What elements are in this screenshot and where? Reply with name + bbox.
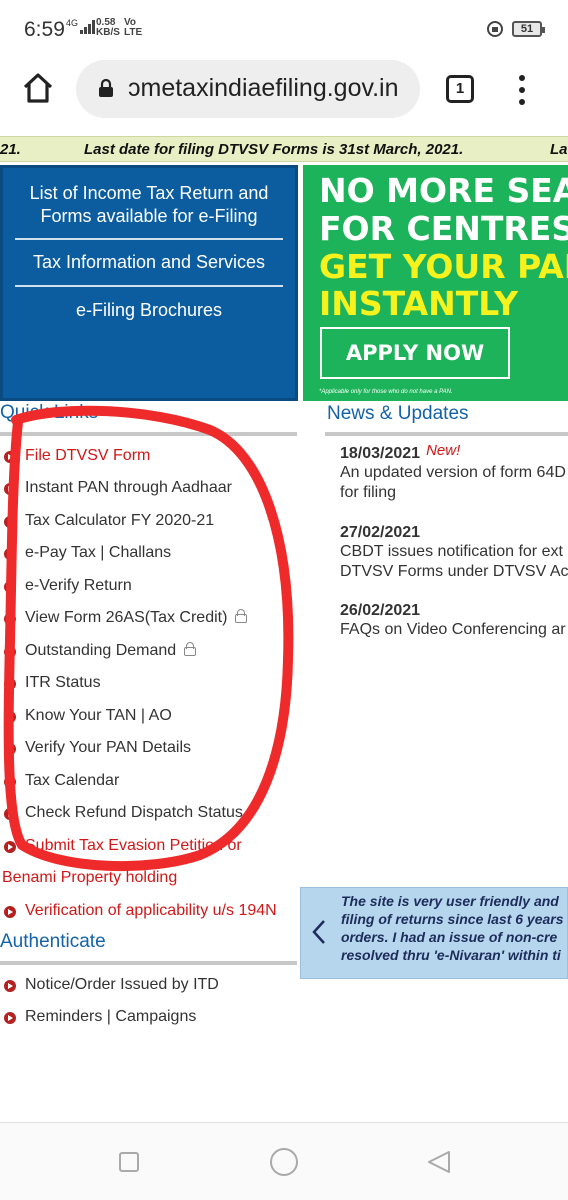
quick-link-label[interactable]: File DTVSV Form (25, 447, 150, 465)
lock-icon (184, 642, 197, 656)
chevron-left-icon[interactable] (311, 918, 327, 946)
itr-forms-link[interactable]: List of Income Tax Return and Forms avai… (3, 182, 295, 228)
banner-line-4: INSTANTLY (319, 284, 519, 323)
bullet-arrow-icon (4, 1012, 16, 1024)
bullet-arrow-icon (4, 613, 16, 625)
quick-link-label[interactable]: Instant PAN through Aadhaar (25, 479, 232, 497)
home-icon[interactable] (20, 70, 56, 106)
testimonial-line: resolved thru 'e-Nivaran' within ti (341, 947, 561, 963)
news-heading: News & Updates (327, 403, 469, 424)
volte-indicator: Vo LTE (124, 18, 142, 38)
bullet-arrow-icon (4, 906, 16, 918)
data-speed: 0.58 KB/S (96, 18, 120, 38)
authenticate-heading: Authenticate (0, 931, 106, 952)
news-date: 26/02/2021 (340, 602, 421, 619)
new-badge: New! (426, 445, 461, 459)
lock-icon (99, 78, 113, 97)
overflow-menu-icon[interactable] (512, 72, 532, 106)
news-rule (325, 432, 568, 436)
news-text[interactable]: for filing (340, 483, 568, 503)
bullet-arrow-icon (4, 678, 16, 690)
system-navigation-bar (0, 1122, 568, 1200)
tab-switcher-button[interactable]: 1 (446, 75, 474, 103)
ticker-right-fragment: La (550, 141, 568, 158)
quick-links-heading: Quick Links (0, 402, 99, 423)
quick-link-label[interactable]: Tax Calculator FY 2020-21 (25, 512, 214, 530)
quick-link-label[interactable]: Check Refund Dispatch Status (25, 804, 243, 822)
bullet-arrow-icon (4, 516, 16, 528)
quick-link-label[interactable]: Know Your TAN | AO (25, 707, 172, 725)
auth-link-label[interactable]: Reminders | Campaigns (25, 1008, 196, 1026)
data-saver-icon (487, 21, 503, 37)
news-text[interactable]: FAQs on Video Conferencing ar (340, 620, 568, 640)
signal-icon (80, 20, 95, 34)
quick-link-label[interactable]: ITR Status (25, 674, 101, 692)
bullet-arrow-icon (4, 980, 16, 992)
auth-link-label[interactable]: Notice/Order Issued by ITD (25, 976, 219, 994)
quick-link-label[interactable]: View Form 26AS(Tax Credit) (25, 609, 227, 626)
home-nav-icon[interactable] (269, 1147, 299, 1177)
authenticate-rule (0, 961, 297, 965)
banner-line-2: FOR CENTRES. (319, 209, 568, 248)
announcement-ticker[interactable]: 21. Last date for filing DTVSV Forms is … (0, 136, 568, 162)
instant-pan-banner[interactable]: NO MORE SEA FOR CENTRES. GET YOUR PAN IN… (303, 165, 568, 401)
quick-link-label[interactable]: e-Pay Tax | Challans (25, 544, 171, 562)
lock-icon (235, 609, 248, 623)
back-nav-icon[interactable] (426, 1149, 452, 1175)
quick-link-label[interactable]: Verification of applicability u/s 194N (25, 902, 277, 920)
volte-bottom: LTE (124, 27, 143, 38)
news-text[interactable]: An updated version of form 64D (340, 463, 568, 483)
recent-apps-icon[interactable] (118, 1151, 140, 1173)
tax-info-link[interactable]: Tax Information and Services (3, 251, 295, 274)
bullet-arrow-icon (4, 808, 16, 820)
quick-link-label[interactable]: Verify Your PAN Details (25, 739, 191, 757)
news-item[interactable]: 18/03/2021 New! An updated version of for… (340, 445, 568, 503)
bullet-arrow-icon (4, 711, 16, 723)
news-text[interactable]: DTVSV Forms under DTVSV Ac (340, 562, 568, 582)
testimonial-line: filing of returns since last 6 years (341, 911, 564, 927)
apply-now-button[interactable]: APPLY NOW (320, 327, 510, 379)
ticker-left-fragment: 21. (0, 141, 21, 158)
bullet-arrow-icon (4, 483, 16, 495)
quick-link-label[interactable]: Outstanding Demand (25, 642, 176, 659)
ticker-message[interactable]: Last date for filing DTVSV Forms is 31st… (84, 141, 463, 158)
url-text[interactable]: ɔmetaxindiaefiling.gov.in (128, 74, 418, 103)
news-text[interactable]: CBDT issues notification for ext (340, 542, 568, 562)
quick-link-label[interactable]: Tax Calendar (25, 772, 119, 790)
efiling-menu-panel: List of Income Tax Return and Forms avai… (0, 165, 298, 401)
quick-link-label[interactable]: e-Verify Return (25, 577, 132, 595)
testimonial-line: The site is very user friendly and (341, 893, 559, 909)
testimonial-line: orders. I had an issue of non-cre (341, 929, 558, 945)
bullet-arrow-icon (4, 548, 16, 560)
news-item[interactable]: 26/02/2021 FAQs on Video Conferencing ar (340, 602, 568, 640)
testimonial-text: The site is very user friendly and filin… (341, 892, 564, 964)
bullet-arrow-icon (4, 841, 16, 853)
bullet-arrow-icon (4, 646, 16, 658)
quick-links-rule (0, 432, 297, 436)
bullet-arrow-icon (4, 581, 16, 593)
quick-link-label[interactable]: Benami Property holding (2, 869, 177, 887)
banner-footnote: *Applicable only for those who do not ha… (319, 389, 453, 395)
bullet-arrow-icon (4, 743, 16, 755)
bullet-arrow-icon (4, 776, 16, 788)
battery-icon: 51 (512, 21, 545, 37)
address-bar[interactable]: ɔmetaxindiaefiling.gov.in (76, 60, 420, 118)
quick-link-label[interactable]: Submit Tax Evasion Petition or (25, 837, 242, 855)
bullet-arrow-icon (4, 451, 16, 463)
news-date: 18/03/2021 (340, 445, 421, 462)
banner-line-3: GET YOUR PAN (319, 247, 568, 286)
data-speed-unit: KB/S (96, 27, 120, 38)
news-item[interactable]: 27/02/2021 CBDT issues notification for … (340, 524, 568, 582)
news-date: 27/02/2021 (340, 524, 421, 541)
browser-toolbar: ɔmetaxindiaefiling.gov.in 1 (0, 60, 568, 122)
clock: 6:59 (24, 18, 65, 41)
status-bar: 6:59 4G 0.58 KB/S Vo LTE 51 (0, 0, 568, 60)
network-type: 4G (66, 18, 79, 28)
brochures-link[interactable]: e-Filing Brochures (3, 299, 295, 322)
testimonial-carousel: The site is very user friendly and filin… (300, 887, 568, 979)
banner-line-1: NO MORE SEA (319, 171, 568, 210)
